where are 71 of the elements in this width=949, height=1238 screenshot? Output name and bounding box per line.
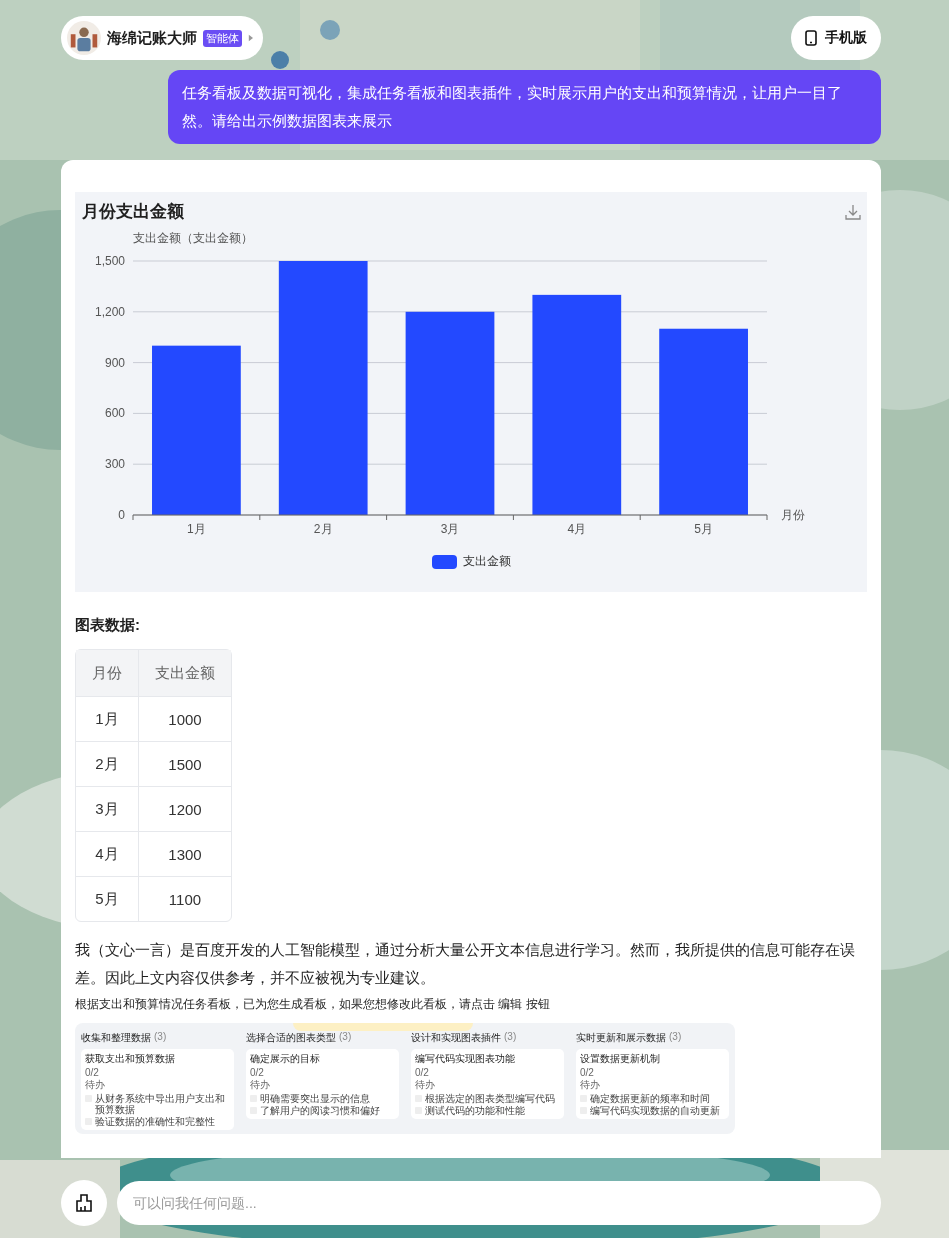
card-title: 编写代码实现图表功能 (415, 1052, 516, 1066)
table-cell: 1300 (139, 831, 231, 876)
y-axis-title: 支出金额（支出金额） (133, 231, 253, 245)
agent-name: 海绵记账大师 (107, 28, 197, 48)
group-label: 待办 (580, 1078, 601, 1092)
group-label: 待办 (415, 1078, 436, 1092)
table-cell: 1000 (139, 696, 231, 741)
x-tick-label: 4月 (567, 522, 587, 536)
column-count: (3) (154, 1031, 167, 1044)
disclaimer-text: 我（文心一言）是百度开发的人工智能模型，通过分析大量公开文本信息进行学习。然而，我所提供的信息可能存在误差。因此上文内容仅供参考，并不应被视为专业建议。 (75, 940, 856, 988)
y-tick-label: 600 (104, 406, 125, 421)
table-cell: 5月 (76, 876, 139, 921)
column-header: 支出金额 (139, 650, 231, 696)
table-cell: 3月 (76, 786, 139, 831)
question-input[interactable]: 可以问我任何问题... (117, 1181, 881, 1225)
y-tick-label: 900 (104, 355, 125, 370)
legend-label: 支出金额 (462, 553, 511, 570)
agent-pill[interactable]: 海绵记账大师 智能体 (61, 16, 263, 60)
y-tick-label: 300 (104, 457, 125, 472)
column-count: (3) (669, 1031, 682, 1044)
column-count: (3) (339, 1031, 352, 1044)
column-title: 选择合适的图表类型 (246, 1031, 336, 1045)
kanban-note: 根据支出和预算情况任务看板，已为您生成看板，如果您想修改此看板，请点击 编辑 按钮 (75, 996, 551, 1013)
user-message: 任务看板及数据可视化，集成任务看板和图表插件，实时展示用户的支出和预算情况，让用户一目了然。请给出示例数据图表来展示 (168, 70, 881, 144)
mobile-version-button[interactable]: 手机版 (791, 16, 881, 60)
task-text: 从财务系统中导出用户支出和预算数据 (95, 1093, 226, 1115)
kanban-board-preview[interactable] (75, 1023, 735, 1134)
y-tick-label: 0 (118, 508, 125, 522)
table-cell: 1200 (139, 786, 231, 831)
task-text: 了解用户的阅读习惯和偏好 (260, 1105, 380, 1116)
y-tick-label: 1,500 (94, 254, 125, 268)
table-cell: 2月 (76, 741, 139, 786)
x-tick-label: 2月 (313, 522, 333, 536)
brush-icon (74, 1193, 94, 1213)
task-text: 验证数据的准确性和完整性 (95, 1116, 215, 1127)
x-tick-label: 1月 (187, 522, 206, 536)
task-text: 测试代码的功能和性能 (425, 1105, 525, 1116)
column-header: 月份 (76, 650, 139, 696)
table-cell: 1100 (139, 876, 231, 921)
task-text: 编写代码实现数据的自动更新 (590, 1105, 720, 1116)
y-tick-label: 1,200 (94, 304, 125, 319)
column-count: (3) (504, 1031, 517, 1044)
agent-badge: 智能体 (203, 29, 242, 47)
card-title: 获取支出和预算数据 (85, 1052, 176, 1066)
card-title: 确定展示的目标 (250, 1052, 321, 1066)
table-cell: 4月 (76, 831, 139, 876)
group-label: 待办 (85, 1078, 106, 1092)
group-label: 待办 (250, 1078, 271, 1092)
progress-label: 0/2 (415, 1067, 430, 1078)
avatar-icon (67, 21, 101, 55)
card-title: 设置数据更新机制 (580, 1052, 661, 1066)
chart-title: 月份支出金额 (82, 201, 184, 223)
progress-label: 0/2 (250, 1067, 265, 1078)
progress-label: 0/2 (85, 1067, 100, 1078)
x-axis-title: 月份 (781, 508, 805, 522)
column-title: 设计和实现图表插件 (411, 1031, 501, 1045)
table-title: 图表数据: (75, 616, 141, 635)
x-tick-label: 5月 (694, 522, 713, 536)
task-text: 明确需要突出显示的信息 (260, 1093, 370, 1104)
task-text: 确定数据更新的频率和时间 (590, 1093, 710, 1104)
x-tick-label: 3月 (440, 522, 460, 536)
phone-icon (805, 30, 817, 46)
table-cell: 1500 (139, 741, 231, 786)
download-icon[interactable] (845, 203, 861, 220)
legend-swatch (431, 554, 457, 569)
task-text: 根据选定的图表类型编写代码 (425, 1093, 555, 1104)
table-cell: 1月 (76, 696, 139, 741)
column-title: 实时更新和展示数据 (576, 1031, 666, 1045)
progress-label: 0/2 (580, 1067, 595, 1078)
caret-icon (248, 34, 253, 42)
column-title: 收集和整理数据 (81, 1031, 151, 1045)
